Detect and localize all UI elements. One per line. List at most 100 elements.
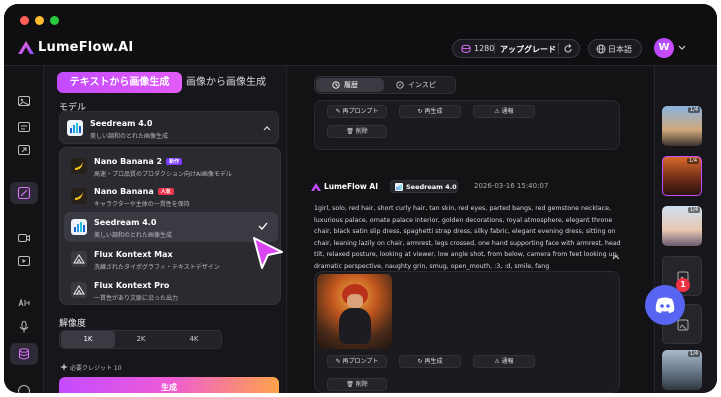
report-button[interactable]: ⚠ 通報: [473, 105, 535, 118]
report-label: 通報: [501, 108, 514, 115]
generation-panel: テキストから画像生成 画像から画像生成 モデル Seedream 4.0 美しい…: [45, 66, 287, 393]
banana-icon: [71, 188, 87, 204]
model-option-nano-banana-2[interactable]: Nano Banana 2 新作 高速・プロ品質のプロダクション向けAI画像モデル: [64, 151, 278, 181]
image-generate-icon: [17, 186, 31, 200]
model-desc: キャラクターや主体の一貫性を保持: [94, 201, 190, 208]
model-option-flux-kontext-max[interactable]: Flux Kontext Max 洗練されたタイポグラフィ・テキストデザイン: [64, 244, 278, 274]
tab-text-to-image[interactable]: テキストから画像生成: [57, 72, 182, 93]
model-select[interactable]: Seedream 4.0 美しい調和のとれた画像生成: [59, 111, 279, 144]
discord-icon: [655, 297, 675, 313]
selected-model-name: Seedream 4.0: [90, 119, 153, 128]
model-option-flux-kontext-pro[interactable]: Flux Kontext Pro 一貫性があり文脈に沿った出力: [64, 275, 278, 305]
seedream-logo-icon: [71, 219, 87, 235]
model-desc: 高速・プロ品質のプロダクション向けAI画像モデル: [94, 171, 232, 178]
sparkle-icon: [60, 363, 68, 371]
user-avatar[interactable]: W: [654, 38, 674, 58]
chevron-up-icon[interactable]: [612, 254, 620, 260]
divider: [558, 43, 559, 54]
help-icon[interactable]: [17, 384, 31, 393]
tab-inspiration-label: インスピ: [408, 81, 436, 89]
thumbnail-count: 1/4: [687, 351, 700, 357]
left-nav-rail: [4, 66, 44, 393]
coin-stack-icon: [461, 44, 471, 53]
rail-item-image-generate[interactable]: [10, 182, 38, 204]
title-bar: [4, 4, 717, 30]
thumbnail[interactable]: 1/4: [662, 350, 702, 390]
image-add-icon[interactable]: [17, 94, 31, 108]
seedream-logo-icon: [395, 183, 403, 191]
prompt-text: 1girl, solo, red hair, short curly hair,…: [314, 205, 621, 270]
model-option-nano-banana[interactable]: Nano Banana 人気 キャラクターや主体の一貫性を保持: [64, 181, 278, 211]
checkmark-icon: [258, 222, 268, 230]
clock-icon: [332, 81, 340, 89]
trash-icon: 🗑: [346, 381, 356, 388]
tab-history[interactable]: 履歴: [316, 78, 384, 92]
image-upscale-icon[interactable]: [17, 143, 31, 157]
image-edit-icon[interactable]: [17, 120, 31, 134]
delete-label: 削除: [355, 128, 368, 135]
chevron-down-icon[interactable]: [678, 45, 686, 51]
resolution-label: 解像度: [59, 319, 87, 329]
brand-name: LumeFlow.AI: [38, 40, 134, 55]
regenerate-label: 再生成: [424, 358, 443, 365]
tab-inspiration[interactable]: インスピ: [386, 78, 454, 92]
brand-logo-icon: [18, 41, 34, 54]
video-icon[interactable]: [17, 231, 31, 245]
thumbnail-count: 1/4: [687, 207, 700, 213]
flux-logo-icon: [71, 251, 87, 267]
trash-icon: 🗑: [346, 128, 356, 135]
window-minimize-button[interactable]: [35, 16, 44, 25]
upgrade-button[interactable]: アップグレード: [500, 44, 556, 55]
thumbnail-count: 1/4: [687, 107, 700, 113]
model-name: Flux Kontext Max: [94, 250, 173, 259]
edit-icon: ✎: [335, 358, 343, 365]
language-label: 日本語: [608, 45, 632, 54]
model-option-seedream-4[interactable]: Seedream 4.0 美しい調和のとれた画像生成: [64, 212, 278, 242]
thumbnail-count: 1/4: [686, 158, 699, 164]
model-name: Seedream 4.0: [94, 218, 157, 227]
credits-upgrade-pill[interactable]: 1280 アップグレード: [452, 39, 580, 58]
tab-image-to-image[interactable]: 画像から画像生成: [186, 72, 276, 93]
video-edit-icon[interactable]: [17, 254, 31, 268]
model-tag-label: Seedream 4.0: [406, 183, 457, 191]
window-close-button[interactable]: [20, 16, 29, 25]
delete-button[interactable]: 🗑 削除: [327, 378, 387, 391]
history-card-previous: ✎ 再プロンプト ↻ 再生成 ⚠ 通報 🗑 削除: [314, 100, 620, 150]
model-desc: 一貫性があり文脈に沿った出力: [94, 295, 179, 302]
report-button[interactable]: ⚠ 通報: [473, 355, 535, 368]
resolution-4k[interactable]: 4K: [167, 331, 221, 348]
entry-brand: LumeFlow AI: [324, 182, 379, 191]
window-maximize-button[interactable]: [50, 16, 59, 25]
regenerate-button[interactable]: ↻ 再生成: [399, 355, 461, 368]
thumbnail-selected[interactable]: 1/4: [662, 156, 702, 196]
regenerate-button[interactable]: ↻ 再生成: [399, 105, 461, 118]
popular-badge: 人気: [157, 188, 174, 195]
voice-icon[interactable]: [17, 296, 31, 310]
notification-badge: 1: [676, 278, 690, 292]
generated-image[interactable]: [317, 274, 392, 349]
compass-icon: [396, 81, 404, 89]
refresh-icon[interactable]: [563, 44, 573, 54]
divider: [494, 43, 495, 54]
model-name: Flux Kontext Pro: [94, 281, 170, 290]
reprompt-button[interactable]: ✎ 再プロンプト: [327, 355, 387, 368]
history-card-current: ✎ 再プロンプト ↻ 再生成 ⚠ 通報 🗑 削除: [314, 271, 620, 393]
app-header: LumeFlow.AI 1280 アップグレード 日本語 W: [4, 30, 717, 66]
thumbnail-strip: 1/4 1/4 1/4 1/4: [654, 66, 717, 393]
delete-label: 削除: [355, 381, 368, 388]
rail-item-assets[interactable]: [10, 343, 38, 365]
app-window: LumeFlow.AI 1280 アップグレード 日本語 W テキストから画像生…: [4, 4, 717, 393]
model-desc: 美しい調和のとれた画像生成: [94, 232, 173, 239]
resolution-2k[interactable]: 2K: [114, 331, 168, 348]
seedream-logo-icon: [67, 120, 83, 136]
resolution-1k[interactable]: 1K: [61, 331, 115, 348]
microphone-icon[interactable]: [17, 320, 31, 334]
selected-model-desc: 美しい調和のとれた画像生成: [90, 133, 169, 140]
generate-button[interactable]: 生成: [59, 377, 279, 393]
thumbnail[interactable]: 1/4: [662, 206, 702, 246]
delete-button[interactable]: 🗑 削除: [327, 125, 387, 138]
reprompt-button[interactable]: ✎ 再プロンプト: [327, 105, 387, 118]
language-selector[interactable]: 日本語: [588, 39, 642, 58]
thumbnail[interactable]: 1/4: [662, 106, 702, 146]
model-name: Nano Banana 2: [94, 157, 163, 166]
